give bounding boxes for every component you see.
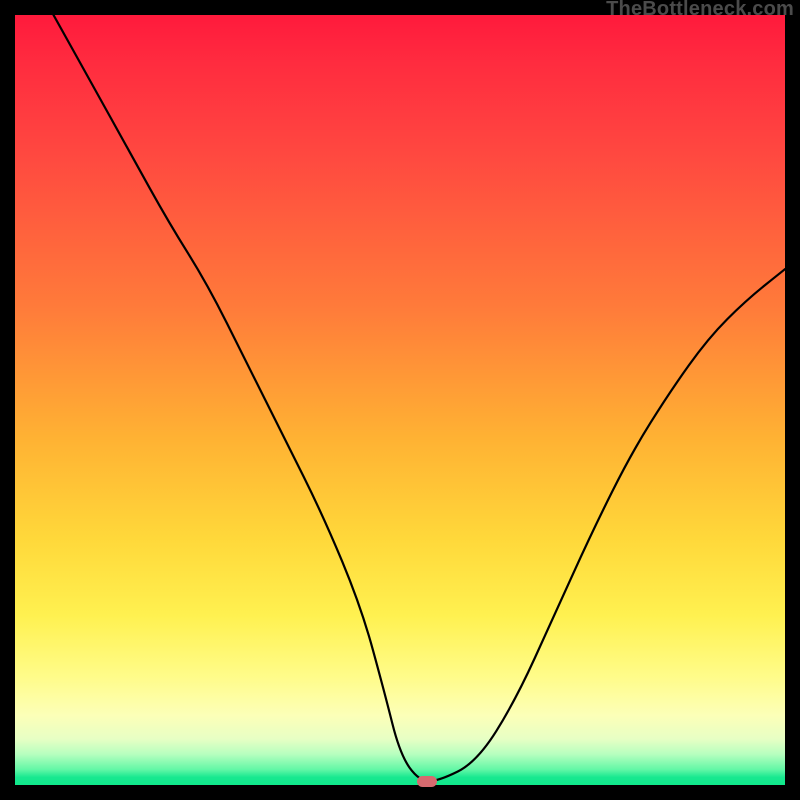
plot-area: [15, 15, 785, 785]
optimum-marker: [417, 776, 437, 787]
bottleneck-curve: [15, 15, 785, 785]
watermark-text: TheBottleneck.com: [606, 0, 794, 21]
curve-path: [54, 15, 786, 781]
chart-frame: TheBottleneck.com: [0, 0, 800, 800]
